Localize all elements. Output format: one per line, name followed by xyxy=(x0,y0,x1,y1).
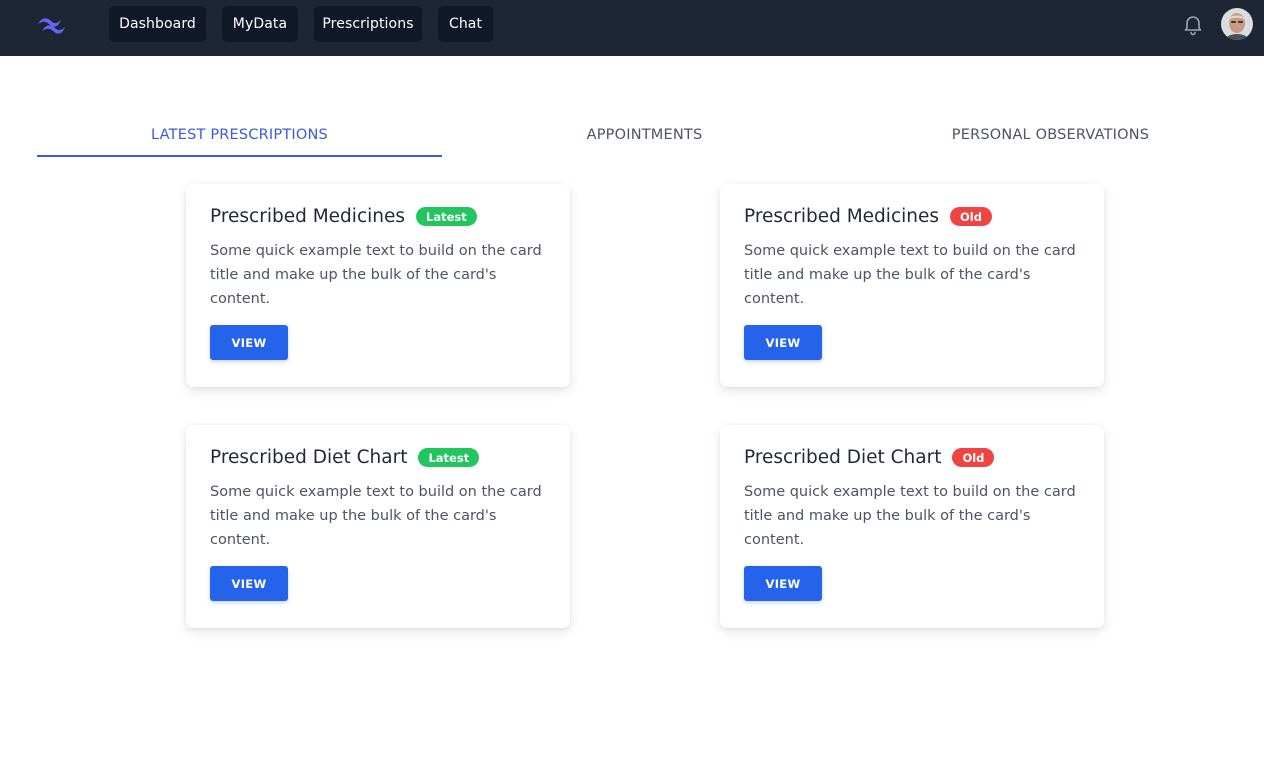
status-badge: Latest xyxy=(418,448,480,467)
nav-dashboard-button[interactable]: Dashboard xyxy=(109,6,206,42)
card-description: Some quick example text to build on the … xyxy=(210,243,542,307)
tab-appointments[interactable]: APPOINTMENTS xyxy=(442,112,847,158)
prescription-card: Prescribed Diet Chart Latest Some quick … xyxy=(186,425,570,628)
active-tab-indicator xyxy=(37,155,442,157)
prescription-card: Prescribed Medicines Latest Some quick e… xyxy=(186,184,570,387)
prescription-card: Prescribed Diet Chart Old Some quick exa… xyxy=(720,425,1104,628)
nav-chat-button[interactable]: Chat xyxy=(438,6,493,42)
view-button[interactable]: VIEW xyxy=(210,325,288,360)
prescription-card: Prescribed Medicines Old Some quick exam… xyxy=(720,184,1104,387)
card-description: Some quick example text to build on the … xyxy=(210,484,542,548)
nav-mydata-button[interactable]: MyData xyxy=(222,6,298,42)
card-title: Prescribed Medicines xyxy=(744,206,939,227)
bell-icon[interactable] xyxy=(1181,12,1205,36)
card-title: Prescribed Medicines xyxy=(210,206,405,227)
avatar-image xyxy=(1221,8,1253,40)
card-title: Prescribed Diet Chart xyxy=(210,447,408,468)
tailwind-logo-icon[interactable] xyxy=(36,13,70,35)
card-description: Some quick example text to build on the … xyxy=(744,484,1076,548)
nav-prescriptions-button[interactable]: Prescriptions xyxy=(314,6,422,42)
card-description: Some quick example text to build on the … xyxy=(744,243,1076,307)
tab-latest-prescriptions[interactable]: LATEST PRESCRIPTIONS xyxy=(37,112,442,158)
status-badge: Old xyxy=(950,207,992,226)
top-navbar: Dashboard MyData Prescriptions Chat xyxy=(0,0,1264,56)
view-button[interactable]: VIEW xyxy=(744,325,822,360)
tab-personal-observations[interactable]: PERSONAL OBSERVATIONS xyxy=(848,112,1253,158)
view-button[interactable]: VIEW xyxy=(744,566,822,601)
card-title: Prescribed Diet Chart xyxy=(744,447,942,468)
view-button[interactable]: VIEW xyxy=(210,566,288,601)
status-badge: Old xyxy=(952,448,995,467)
user-avatar[interactable] xyxy=(1221,8,1253,40)
status-badge: Latest xyxy=(416,207,477,226)
